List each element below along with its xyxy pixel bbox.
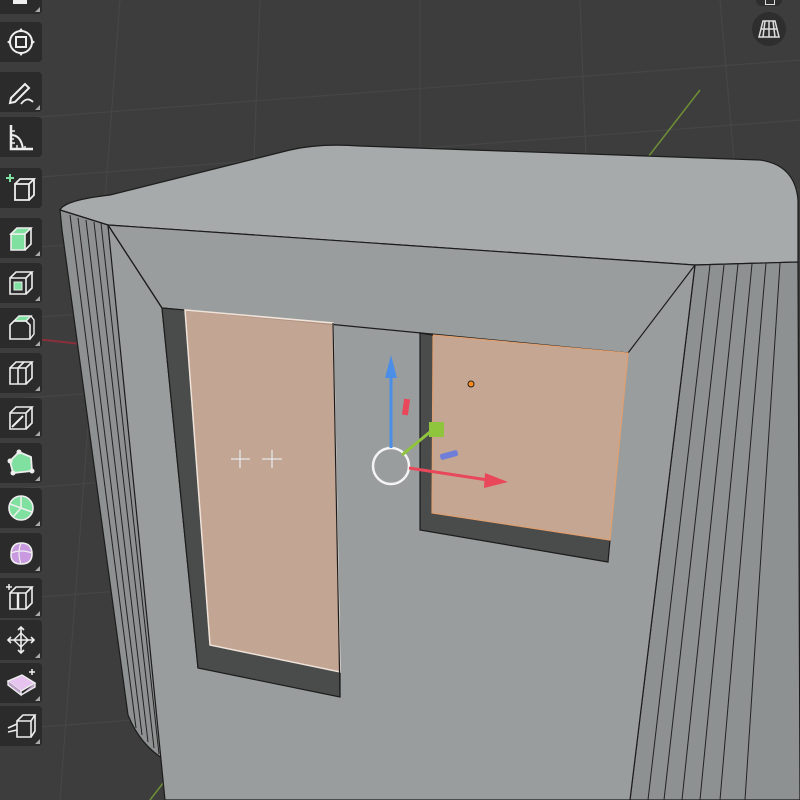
- grid-perspective-icon: [758, 20, 780, 38]
- tool-bevel[interactable]: [0, 308, 42, 348]
- navigation-button-partial[interactable]: [756, 0, 782, 6]
- loop-cut-icon: [9, 361, 34, 385]
- add-cube-icon: [6, 174, 37, 201]
- select-box-icon: [13, 0, 27, 4]
- tool-rip-region[interactable]: [0, 706, 42, 746]
- tool-spin[interactable]: [0, 488, 42, 528]
- spin-icon: [8, 495, 34, 521]
- tool-add-cube[interactable]: [0, 168, 42, 208]
- tool-shrink-fatten[interactable]: [0, 620, 42, 660]
- face-center-dot: [467, 380, 475, 388]
- tool-smooth[interactable]: [0, 533, 42, 573]
- inset-faces-icon: [9, 271, 34, 295]
- tool-shear[interactable]: [0, 663, 42, 703]
- tool-shelf: [0, 0, 44, 800]
- tool-edge-slide[interactable]: [0, 578, 42, 618]
- gizmo-y-handle-icon[interactable]: [429, 422, 444, 437]
- tool-select-box[interactable]: [0, 0, 42, 14]
- tool-transform[interactable]: [0, 22, 42, 62]
- shrink-fatten-icon: [6, 625, 36, 655]
- tool-knife[interactable]: [0, 398, 42, 438]
- tool-annotate[interactable]: [0, 72, 42, 112]
- right-selected-face: [431, 334, 629, 541]
- smooth-icon: [10, 542, 33, 565]
- knife-icon: [9, 406, 34, 430]
- edge-slide-icon: [6, 584, 34, 610]
- rip-region-icon: [7, 714, 37, 738]
- tool-loop-cut[interactable]: [0, 353, 42, 393]
- left-selected-face: [184, 309, 341, 673]
- tool-measure[interactable]: [0, 117, 42, 157]
- annotate-icon: [8, 82, 34, 105]
- 3d-viewport[interactable]: [0, 0, 800, 800]
- tool-inset-faces[interactable]: [0, 263, 42, 303]
- perspective-toggle-button[interactable]: [752, 12, 786, 46]
- transform-icon: [7, 28, 35, 56]
- measure-icon: [9, 125, 33, 151]
- tool-extrude-region[interactable]: [0, 218, 42, 258]
- poly-build-icon: [7, 449, 35, 476]
- tool-poly-build[interactable]: [0, 443, 42, 483]
- extrude-region-icon: [9, 227, 33, 251]
- bevel-icon: [9, 315, 35, 340]
- shear-icon: [6, 669, 37, 697]
